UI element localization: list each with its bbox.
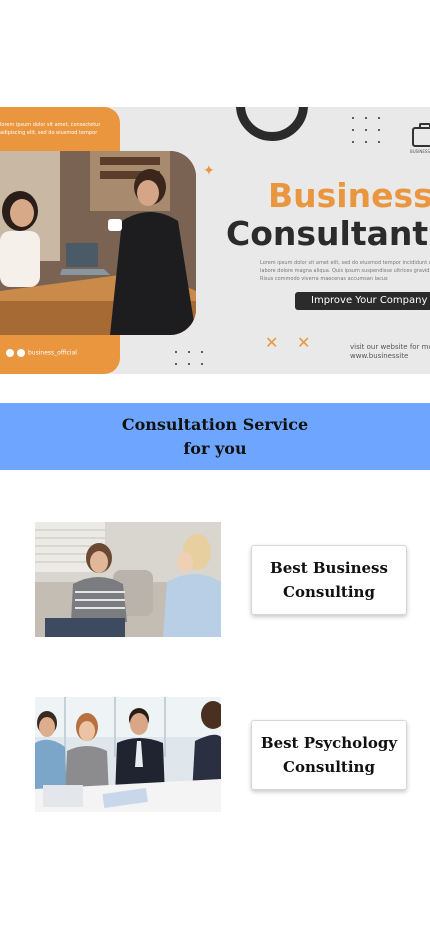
- hero-description: Lorem ipsum dolor sit amet elit, sed do …: [260, 260, 430, 282]
- hero-visit-website: visit our website for more www.businessi…: [350, 343, 430, 361]
- instagram-icon: [6, 349, 14, 357]
- psychology-consulting-label-line-1: Best Psychology: [260, 734, 398, 752]
- hero-social-handle: business_official: [6, 349, 77, 357]
- briefcase-icon: [412, 123, 430, 147]
- business-consulting-label: Best Business Consulting: [270, 556, 388, 604]
- sparkle-icon: ✦: [203, 163, 215, 179]
- psychology-consulting-photo: [35, 697, 221, 812]
- hero-title-business: Business: [268, 176, 430, 215]
- social-handle-text: business_official: [28, 349, 77, 357]
- business-consulting-photo: [35, 522, 221, 637]
- hero-lorem-text: lorem ipsum dolor sit amet, consectetur …: [0, 122, 101, 136]
- psychology-consulting-label-line-2: Consulting: [283, 758, 375, 776]
- psychology-consulting-card[interactable]: Best Psychology Consulting: [251, 720, 407, 790]
- hero-title-consultant: Consultant: [226, 214, 429, 253]
- business-consulting-card[interactable]: Best Business Consulting: [251, 545, 407, 615]
- business-consulting-label-line-2: Consulting: [283, 583, 375, 601]
- consultation-service-heading: Consultation Service for you: [0, 403, 430, 470]
- hero-banner: lorem ipsum dolor sit amet, consectetur …: [0, 107, 430, 374]
- visit-line-1: visit our website for more: [350, 343, 430, 351]
- heading-line-2: for you: [183, 439, 247, 458]
- visit-line-2: www.businessite: [350, 352, 409, 360]
- dot-grid-top: [352, 117, 381, 143]
- facebook-icon: [17, 349, 25, 357]
- heading-line-1: Consultation Service: [121, 415, 309, 434]
- x-mark-icon: ✕: [297, 333, 311, 352]
- business-consulting-label-line-1: Best Business: [270, 559, 388, 577]
- dot-grid-bottom: [175, 351, 204, 365]
- briefcase-label: BUSINESS: [410, 149, 430, 154]
- hero-office-photo: [0, 151, 196, 335]
- improve-company-button: Improve Your Company: [295, 292, 430, 310]
- ring-decoration-icon: [236, 107, 308, 141]
- psychology-consulting-label: Best Psychology Consulting: [261, 731, 397, 779]
- x-mark-icon: ✕: [265, 333, 279, 352]
